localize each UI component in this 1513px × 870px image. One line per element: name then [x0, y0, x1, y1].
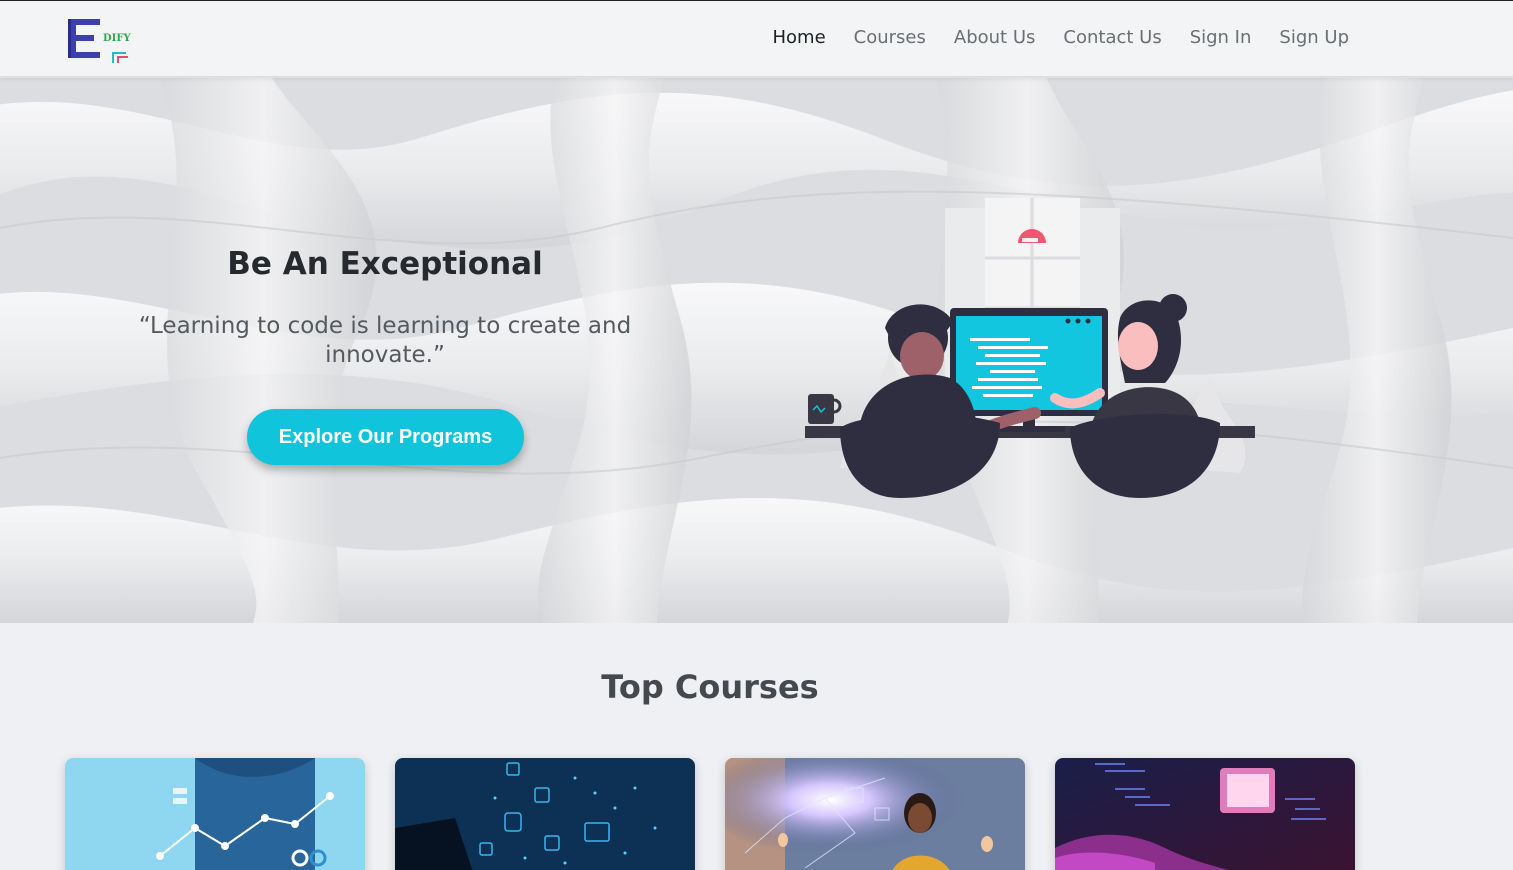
edify-logo-icon: DIFY [68, 19, 131, 63]
nav-courses[interactable]: Courses [854, 27, 926, 48]
course-card-4[interactable] [1055, 758, 1355, 870]
top-courses-title: Top Courses [601, 668, 819, 706]
nav-sign-in[interactable]: Sign In [1190, 27, 1252, 48]
hero-title: Be An Exceptional [227, 246, 543, 282]
analytics-chart-image [65, 758, 365, 870]
course-card-3[interactable] [725, 758, 1025, 870]
svg-text:DIFY: DIFY [103, 33, 131, 44]
nav-about-us[interactable]: About Us [954, 27, 1036, 48]
nav-home[interactable]: Home [773, 27, 826, 48]
cyber-network-image [395, 758, 695, 870]
navbar: DIFY Home Courses About Us Contact Us Si… [0, 1, 1513, 77]
ai-hologram-image [725, 758, 1025, 870]
main-nav: Home Courses About Us Contact Us Sign In… [773, 27, 1350, 48]
explore-programs-button[interactable]: Explore Our Programs [247, 409, 524, 465]
course-card-1[interactable] [65, 758, 365, 870]
hero-quote: “Learning to code is learning to create … [138, 313, 632, 368]
hero-section: Be An Exceptional “Learning to code is l… [0, 78, 1513, 623]
nav-sign-up[interactable]: Sign Up [1279, 27, 1349, 48]
coding-keyboard-image [1055, 758, 1355, 870]
course-card-2[interactable] [395, 758, 695, 870]
brand-logo[interactable]: DIFY [68, 17, 138, 67]
coders-illustration [805, 198, 1255, 498]
nav-contact-us[interactable]: Contact Us [1063, 27, 1161, 48]
